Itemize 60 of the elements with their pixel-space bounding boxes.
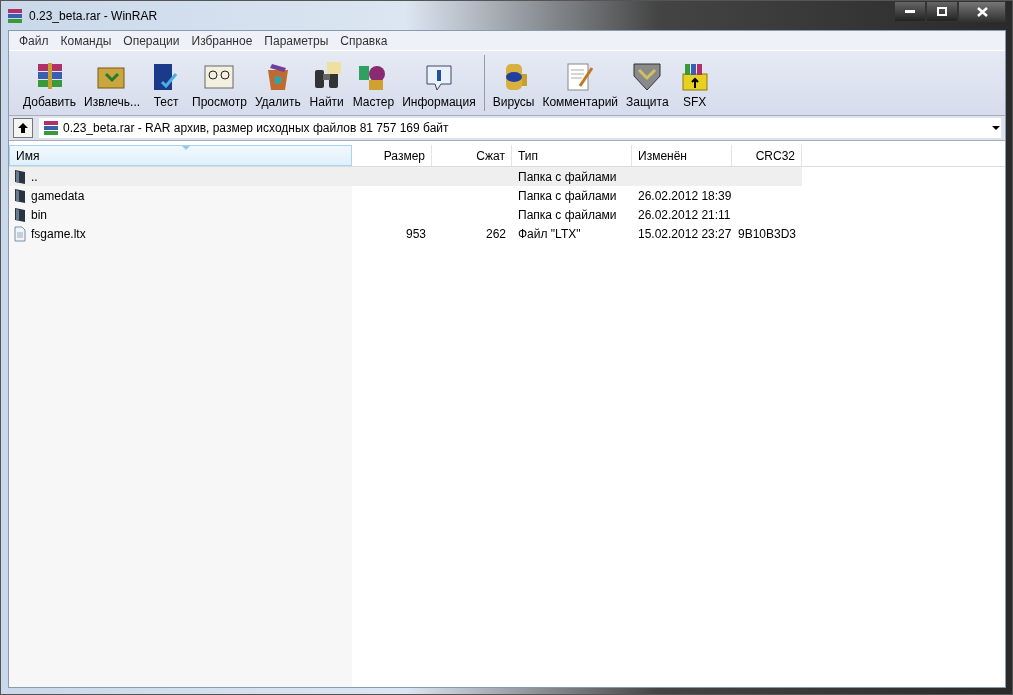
minimize-icon (905, 9, 915, 14)
column-header[interactable]: Размер (352, 145, 432, 166)
column-header[interactable]: CRC32 (732, 145, 802, 166)
column-header[interactable]: Тип (512, 145, 632, 166)
file-row[interactable]: fsgame.ltx 953 262 Файл "LTX" 15.02.2012 23:27 9B10B3D3 (9, 224, 1005, 243)
toolbar-button[interactable]: Информация (398, 58, 480, 115)
table-cell: 9B10B3D3 (738, 226, 797, 241)
folder-icon (13, 187, 27, 204)
toolbar-button[interactable]: Извлечь... (80, 58, 145, 115)
menu-item[interactable]: Команды (54, 33, 118, 48)
up-button[interactable] (13, 118, 33, 138)
toolbar-button[interactable]: Добавить (19, 58, 81, 115)
minimize-button[interactable] (894, 1, 926, 22)
address-field[interactable]: 0.23_beta.rar - RAR архив, размер исходных файлов 81 757 169 байт (39, 118, 1001, 138)
file-row[interactable]: bin Папка с файлами 26.02.2012 21:11 (9, 205, 1005, 224)
menu-item[interactable]: Операции (117, 33, 186, 48)
file-icon (13, 225, 27, 242)
toolbar-button[interactable]: Вирусы (488, 58, 539, 115)
table-cell: Папка с файлами (518, 188, 617, 203)
close-icon (976, 6, 988, 17)
maximize-button[interactable] (926, 1, 958, 22)
window-title: 0.23_beta.rar - WinRAR (29, 8, 158, 23)
table-cell: 26.02.2012 21:11 (638, 207, 731, 222)
file-row[interactable]: gamedata Папка с файлами 26.02.2012 18:39 (9, 186, 1005, 205)
toolbar-button[interactable]: SFX (672, 58, 717, 115)
table-cell: fsgame.ltx (31, 226, 86, 241)
file-row[interactable]: .. Папка с файлами (9, 167, 802, 186)
books-icon (7, 7, 23, 24)
toolbar-button[interactable]: Удалить (250, 58, 305, 115)
menu-item[interactable]: Файл (13, 33, 55, 48)
column-header[interactable]: Имя (9, 145, 352, 166)
column-header[interactable]: Изменён (632, 145, 732, 166)
table-cell: bin (31, 207, 47, 222)
table-cell: gamedata (31, 188, 85, 203)
table-cell: Папка с файлами (518, 169, 617, 184)
sort-arrow-icon (180, 146, 191, 151)
maximize-icon (937, 7, 947, 16)
table-cell: Папка с файлами (518, 207, 617, 222)
up-arrow-icon (17, 122, 29, 134)
table-cell: .. (31, 169, 38, 184)
folder-icon (13, 206, 27, 223)
menu-item[interactable]: Параметры (258, 33, 335, 48)
toolbar-button[interactable]: Комментарий (538, 58, 623, 115)
column-header[interactable]: Сжат (432, 145, 512, 166)
toolbar-button[interactable]: Просмотр (188, 58, 251, 115)
books-icon (43, 121, 59, 135)
menu-item[interactable]: Избранное (185, 33, 259, 48)
dropdown-arrow-icon[interactable] (991, 125, 1001, 131)
toolbar-button[interactable]: Мастер (348, 58, 399, 115)
table-cell: 953 (405, 226, 426, 241)
table-cell: Файл "LTX" (518, 226, 581, 241)
toolbar-button[interactable]: Найти (304, 58, 349, 115)
table-cell: 262 (485, 226, 506, 241)
menu-item[interactable]: Справка (334, 33, 394, 48)
table-cell: 26.02.2012 18:39 (638, 188, 732, 203)
toolbar-button[interactable]: Защита (622, 58, 673, 115)
close-button[interactable] (958, 1, 1006, 22)
toolbar-button[interactable]: Тест (144, 58, 189, 115)
table-cell: 15.02.2012 23:27 (638, 226, 732, 241)
folder-icon (13, 168, 27, 185)
